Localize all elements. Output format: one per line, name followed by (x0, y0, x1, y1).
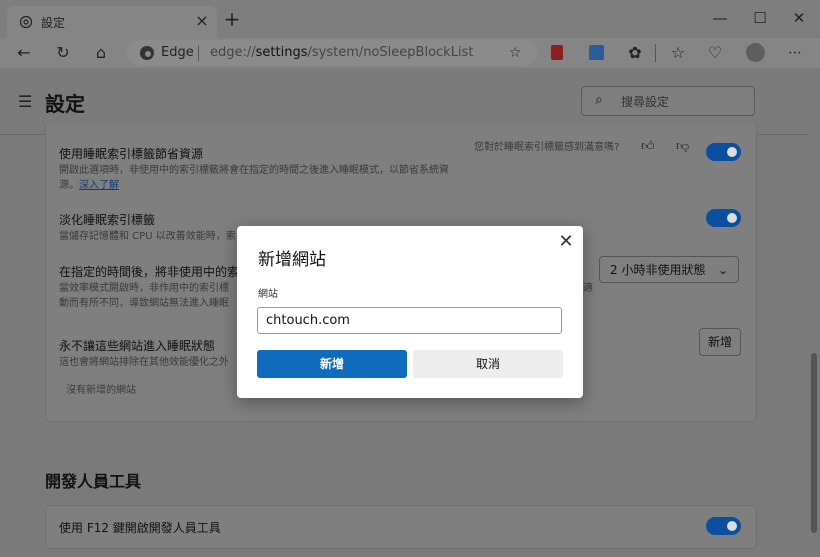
url-path: /system/noSleepBlockList (307, 45, 474, 60)
extension-book-icon[interactable] (551, 45, 563, 60)
maximize-button[interactable]: ☐ (745, 6, 775, 30)
minimize-button[interactable]: — (705, 6, 735, 30)
dialog-add-button[interactable]: 新增 (257, 350, 407, 378)
developer-tools-section-title: 開發人員工具 (45, 472, 142, 491)
feedback-prompt: 您對於睡眠索引標籤感到滿意嗎? (474, 142, 620, 153)
browser-essentials-icon[interactable]: ♡ (702, 40, 728, 66)
close-window-button[interactable]: ✕ (784, 6, 814, 30)
back-icon[interactable]: ← (11, 40, 37, 66)
timeout-desc-line1: 當效率模式開啟時，非作用中的索引標 (59, 283, 229, 294)
thumbs-down-icon[interactable]: 👎︎ (676, 139, 689, 154)
sleeping-tabs-desc-line2: 源。 (59, 180, 79, 191)
chevron-down-icon: ⌄ (717, 263, 728, 277)
avatar[interactable] (746, 43, 765, 62)
timeout-select-value: 2 小時非使用狀態 (610, 263, 706, 277)
url-host: settings (255, 45, 308, 60)
timeout-desc-tail: 適 (583, 283, 593, 294)
extensions-puzzle-icon[interactable]: ✿ (622, 40, 648, 66)
dialog-cancel-button[interactable]: 取消 (413, 350, 563, 378)
f12-toggle[interactable] (706, 517, 741, 535)
home-icon[interactable]: ⌂ (88, 40, 114, 66)
favorites-icon[interactable]: ☆ (665, 40, 691, 66)
never-sleep-empty-text: 沒有新增的網站 (66, 385, 136, 396)
dialog-close-icon[interactable]: ✕ (557, 231, 575, 252)
timeout-desc: 當效率模式開啟時，非作用中的索引標 動而有所不同，導致網站無法進入睡眠 (59, 281, 229, 311)
f12-label: 使用 F12 鍵開啟開發人員工具 (59, 521, 221, 535)
url-text[interactable]: edge://settings/system/noSleepBlockList (210, 45, 473, 60)
fade-tabs-label: 淡化睡眠索引標籤 (59, 213, 156, 227)
more-menu-icon[interactable]: ⋯ (782, 40, 808, 66)
dialog-title: 新增網站 (258, 250, 326, 270)
sleeping-tabs-desc-line1: 開啟此選項時，非使用中的索引標籤將會在指定的時間之後進入睡眠模式，以節省系統資 (59, 165, 449, 176)
site-field-label: 網站 (258, 289, 278, 300)
tab-settings[interactable]: 設定 × (7, 6, 217, 38)
never-sleep-label: 永不讓這些網站進入睡眠狀態 (59, 339, 216, 353)
search-placeholder: 搜尋設定 (621, 95, 670, 109)
never-sleep-add-button[interactable]: 新增 (699, 328, 741, 356)
learn-more-link[interactable]: 深入了解 (79, 180, 119, 191)
new-tab-button[interactable]: + (221, 7, 243, 31)
menu-hamburger-icon[interactable]: ☰ (18, 92, 32, 111)
sleeping-tabs-toggle[interactable] (706, 143, 741, 161)
search-icon: ⌕ (595, 92, 603, 108)
never-sleep-desc: 這也會將網站排除在其他效能優化之外 (59, 357, 229, 368)
thumbs-up-icon[interactable]: 👍︎ (641, 139, 655, 154)
gear-icon (19, 15, 33, 29)
timeout-label: 在指定的時間後，將非使用中的索 (59, 265, 240, 279)
timeout-select[interactable]: 2 小時非使用狀態 ⌄ (599, 256, 739, 283)
refresh-icon[interactable]: ↻ (50, 40, 76, 66)
translate-extension-icon[interactable] (589, 45, 604, 60)
fade-tabs-desc: 當儲存記憶體和 CPU 以改善效能時，索 (59, 231, 236, 242)
timeout-desc-line2: 動而有所不同，導致網站無法進入睡眠 (59, 298, 229, 309)
edge-logo-icon (140, 46, 154, 60)
tab-close-button[interactable]: × (193, 11, 211, 30)
url-prefix: edge:// (210, 45, 256, 60)
page-title: 設定 (45, 92, 85, 116)
site-input[interactable] (257, 307, 562, 334)
scrollbar-thumb[interactable] (811, 353, 817, 533)
favorite-star-icon[interactable]: ☆ (502, 40, 528, 66)
tab-title: 設定 (41, 16, 66, 30)
address-divider (198, 45, 199, 61)
toolbar-divider (655, 44, 656, 62)
sleeping-tabs-desc: 開啟此選項時，非使用中的索引標籤將會在指定的時間之後進入睡眠模式，以節省系統資源… (59, 163, 479, 193)
address-site-label: Edge (161, 45, 194, 60)
sleeping-tabs-label: 使用睡眠索引標籤節省資源 (59, 147, 204, 161)
fade-tabs-toggle[interactable] (706, 209, 741, 227)
